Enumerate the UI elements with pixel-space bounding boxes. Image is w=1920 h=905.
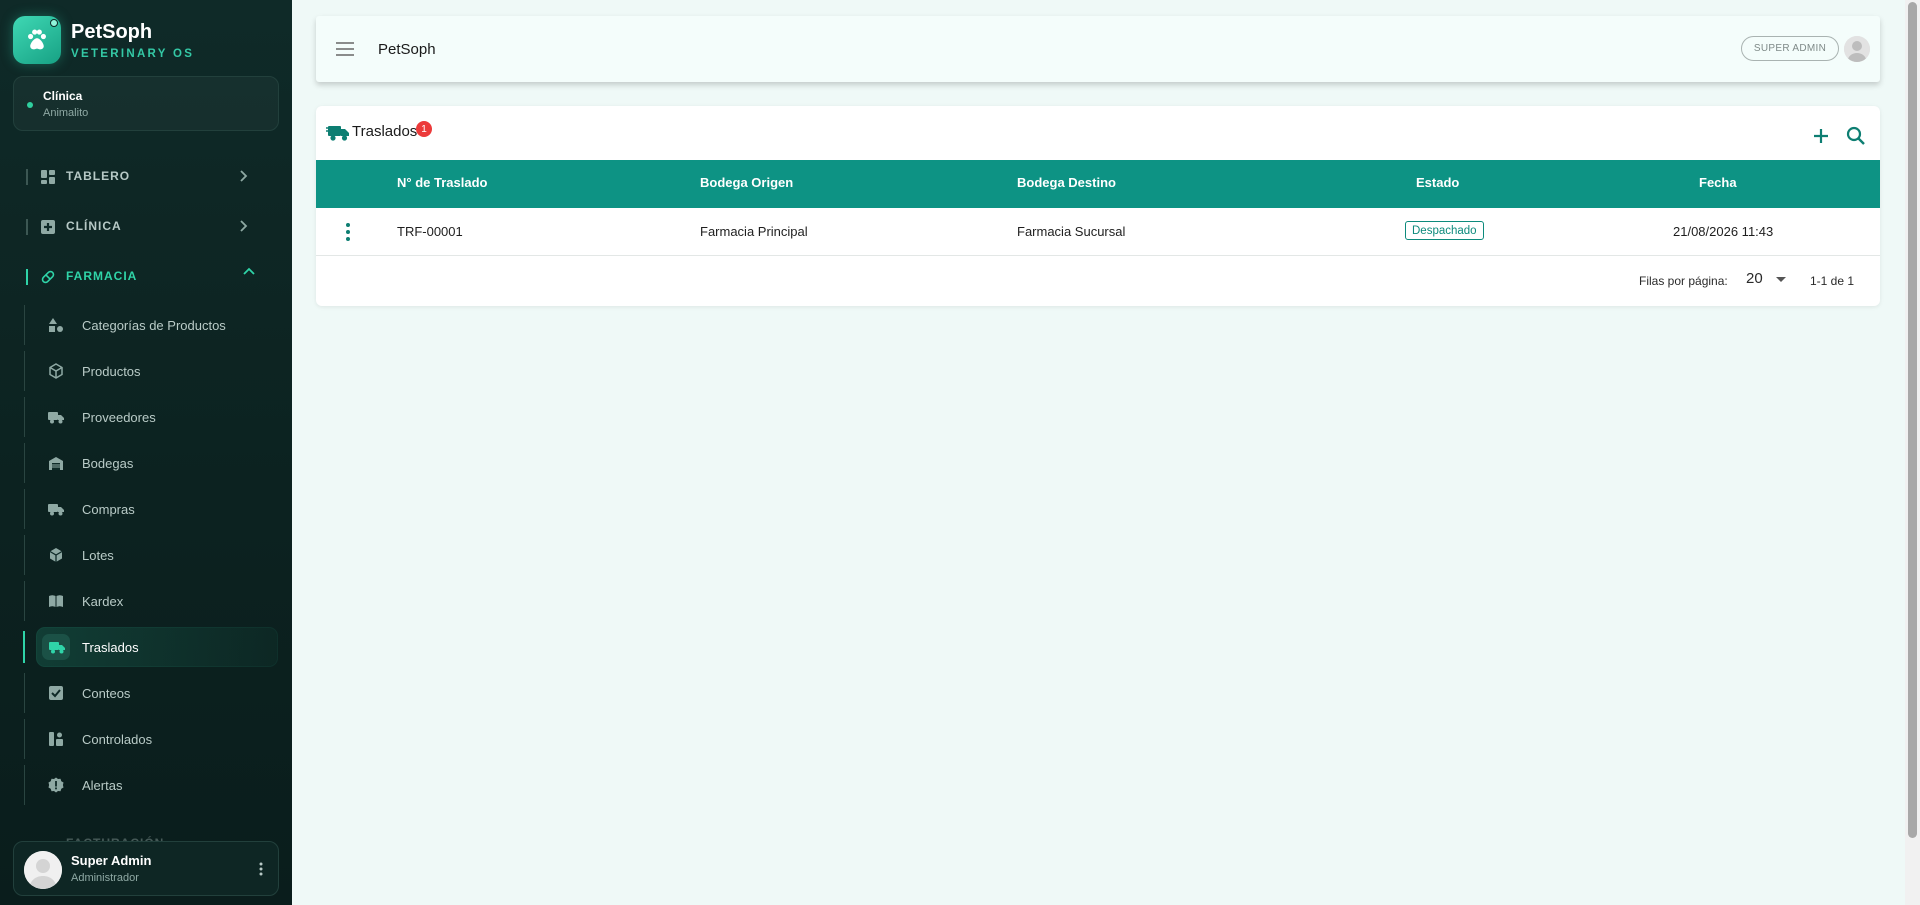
sidebar: PetSoph VETERINARY OS Clínica Animalito … xyxy=(0,0,292,905)
sidebar-item-compras[interactable]: Compras xyxy=(0,489,292,529)
count-badge: 1 xyxy=(416,121,432,137)
sidebar-item-label: Lotes xyxy=(82,548,114,563)
sidebar-item-controlados[interactable]: Controlados xyxy=(0,719,292,759)
scrollbar-thumb[interactable] xyxy=(1908,2,1917,838)
medical-plus-icon xyxy=(40,219,56,235)
truck-icon xyxy=(326,122,350,144)
paw-logo-icon xyxy=(13,16,61,64)
avatar[interactable] xyxy=(1844,36,1870,62)
truck-icon xyxy=(48,501,64,517)
sidebar-item-label: Proveedores xyxy=(82,410,156,425)
pagination: Filas por página: 20 1-1 de 1 xyxy=(316,256,1880,304)
dashboard-icon xyxy=(40,169,56,185)
clinic-title: Clínica xyxy=(43,89,83,103)
search-icon[interactable] xyxy=(1844,124,1868,148)
sidebar-item-proveedores[interactable]: Proveedores xyxy=(0,397,292,437)
categories-icon xyxy=(48,317,64,333)
sidebar-section-farmacia[interactable]: FARMACIA xyxy=(0,261,292,291)
sidebar-item-label: Productos xyxy=(82,364,141,379)
user-name: Super Admin xyxy=(71,853,152,868)
column-header-destino[interactable]: Bodega Destino xyxy=(1017,175,1116,190)
sidebar-item-categorias[interactable]: Categorías de Productos xyxy=(0,305,292,345)
pill-icon xyxy=(40,269,56,285)
rows-per-page-value: 20 xyxy=(1746,270,1763,287)
top-app-bar: PetSoph SUPER ADMIN xyxy=(316,16,1880,82)
add-icon[interactable] xyxy=(1809,124,1833,148)
table-row[interactable]: TRF-00001 Farmacia Principal Farmacia Su… xyxy=(316,208,1880,256)
chevron-up-icon xyxy=(242,265,256,279)
sidebar-section-label: CLÍNICA xyxy=(66,219,122,233)
checkbox-icon xyxy=(48,685,64,701)
brand[interactable]: PetSoph VETERINARY OS xyxy=(13,16,194,64)
brand-subtitle: VETERINARY OS xyxy=(71,48,195,60)
chevron-right-icon xyxy=(236,169,250,183)
page-scrollbar[interactable] xyxy=(1905,0,1920,905)
column-header-estado[interactable]: Estado xyxy=(1416,175,1459,190)
sidebar-section-label: TABLERO xyxy=(66,169,131,183)
chevron-right-icon xyxy=(236,219,250,233)
truck-icon xyxy=(48,409,64,425)
sidebar-section-tablero[interactable]: TABLERO xyxy=(0,161,292,191)
user-card[interactable]: Super Admin Administrador xyxy=(13,841,279,896)
sidebar-item-bodegas[interactable]: Bodegas xyxy=(0,443,292,483)
cell-fecha: 21/08/2026 11:43 xyxy=(1673,224,1774,239)
sidebar-item-label: Traslados xyxy=(82,640,139,655)
sidebar-section-clinica[interactable]: CLÍNICA xyxy=(0,211,292,241)
column-header-numero[interactable]: N° de Traslado xyxy=(397,175,487,190)
cell-origen: Farmacia Principal xyxy=(700,224,808,239)
sidebar-item-label: Bodegas xyxy=(82,456,134,471)
brand-name: PetSoph xyxy=(71,21,153,43)
box-icon xyxy=(48,363,64,379)
sidebar-item-label: Conteos xyxy=(82,686,131,701)
page-range: 1-1 de 1 xyxy=(1810,274,1855,288)
sidebar-item-label: Compras xyxy=(82,502,135,517)
dropdown-arrow-icon xyxy=(1776,277,1786,282)
avatar xyxy=(24,851,62,889)
warehouse-icon xyxy=(48,455,64,471)
book-icon xyxy=(48,593,64,609)
rows-per-page-select[interactable]: 20 xyxy=(1746,270,1796,290)
sidebar-item-label: Kardex xyxy=(82,594,124,609)
table-header: N° de Traslado Bodega Origen Bodega Dest… xyxy=(316,160,1880,208)
sidebar-item-label: Alertas xyxy=(82,778,123,793)
sidebar-item-productos[interactable]: Productos xyxy=(0,351,292,391)
cell-numero: TRF-00001 xyxy=(397,224,463,239)
rows-per-page-label: Filas por página: xyxy=(1639,274,1728,288)
user-role: Administrador xyxy=(71,872,139,884)
cell-destino: Farmacia Sucursal xyxy=(1017,224,1126,239)
column-header-fecha[interactable]: Fecha xyxy=(1699,175,1737,190)
sidebar-item-traslados[interactable]: Traslados xyxy=(0,627,292,667)
truck-icon xyxy=(49,639,65,655)
page-title: Traslados xyxy=(352,123,418,140)
sidebar-item-conteos[interactable]: Conteos xyxy=(0,673,292,713)
online-dot xyxy=(50,19,58,27)
app-title: PetSoph xyxy=(378,41,436,58)
alert-icon xyxy=(48,777,64,793)
sidebar-item-label: Categorías de Productos xyxy=(82,318,226,333)
hamburger-menu-icon[interactable] xyxy=(334,38,356,60)
sidebar-item-lotes[interactable]: Lotes xyxy=(0,535,292,575)
status-badge: Despachado xyxy=(1405,221,1484,240)
box-icon xyxy=(48,547,64,563)
sidebar-item-alertas[interactable]: Alertas xyxy=(0,765,292,805)
clinic-name: Animalito xyxy=(43,107,89,119)
clinic-status-dot xyxy=(27,102,33,108)
sidebar-item-kardex[interactable]: Kardex xyxy=(0,581,292,621)
clinic-selector[interactable]: Clínica Animalito xyxy=(13,76,279,131)
role-chip: SUPER ADMIN xyxy=(1741,36,1839,61)
column-header-origen[interactable]: Bodega Origen xyxy=(700,175,793,190)
row-actions-icon[interactable] xyxy=(338,221,358,243)
controlled-icon xyxy=(48,731,64,747)
sidebar-item-label: Controlados xyxy=(82,732,153,747)
sidebar-section-label: FARMACIA xyxy=(66,269,138,283)
kebab-menu-icon[interactable] xyxy=(251,859,271,879)
traslados-card: Traslados 1 N° de Traslado Bodega Origen… xyxy=(316,106,1880,306)
